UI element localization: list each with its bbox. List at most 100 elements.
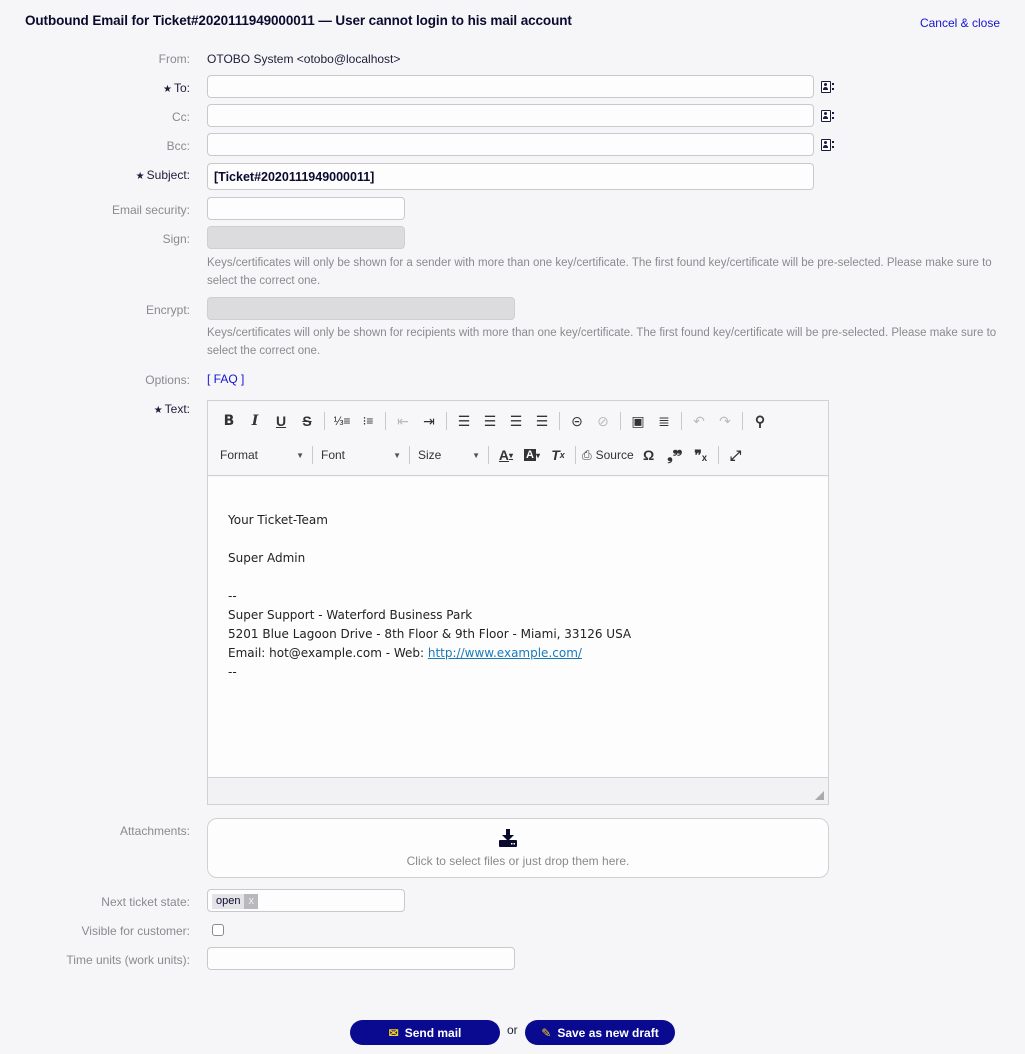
- align-left-icon[interactable]: ☰: [451, 410, 477, 432]
- body-separator: --: [228, 589, 237, 603]
- text-color-icon[interactable]: A ▾: [493, 444, 519, 466]
- attachment-dropzone[interactable]: Click to select files or just drop them …: [207, 818, 829, 878]
- address-book-icon[interactable]: [821, 139, 834, 151]
- link-icon[interactable]: ⊝: [564, 410, 590, 432]
- sign-select[interactable]: [207, 226, 405, 249]
- background-color-icon[interactable]: A ▾: [519, 444, 545, 466]
- body-email-text: Email: hot@example.com - Web:: [228, 646, 428, 660]
- resize-handle[interactable]: [815, 791, 824, 800]
- increase-indent-icon[interactable]: ⇥: [416, 410, 442, 432]
- required-star-icon: ★: [163, 84, 172, 95]
- rich-text-editor: B I U S ⅓≡ ⁝≡ ⇤ ⇥ ☰ ☰ ☰ ☰ ⊝ ⊘ ▣ ≣ ↶ ↷ ⚲: [207, 400, 829, 805]
- options-label: Options:: [145, 373, 190, 387]
- bcc-input[interactable]: [207, 133, 814, 156]
- remove-tag-icon[interactable]: x: [244, 894, 258, 909]
- attachments-label: Attachments:: [119, 824, 190, 838]
- faq-link[interactable]: [ FAQ ]: [207, 372, 244, 386]
- subject-input[interactable]: [207, 163, 814, 190]
- encrypt-hint: Keys/certificates will only be shown for…: [207, 327, 997, 357]
- toolbar-separator: [620, 412, 621, 430]
- address-book-icon[interactable]: [821, 110, 834, 122]
- encrypt-select[interactable]: [207, 297, 515, 320]
- remove-format-icon[interactable]: Tx: [545, 444, 571, 466]
- special-char-icon[interactable]: Ω: [636, 444, 662, 466]
- body-web-link[interactable]: http://www.example.com/: [428, 646, 582, 660]
- save-draft-label: Save as new draft: [557, 1025, 659, 1040]
- required-star-icon: ★: [153, 405, 163, 416]
- time-units-label: Time units (work units):: [66, 953, 190, 967]
- unlink-icon[interactable]: ⊘: [590, 410, 616, 432]
- bcc-label: Bcc:: [166, 139, 190, 153]
- decrease-indent-icon[interactable]: ⇤: [390, 410, 416, 432]
- cc-input[interactable]: [207, 104, 814, 127]
- source-button[interactable]: ⎙ Source: [580, 444, 636, 466]
- toolbar-separator: [681, 412, 682, 430]
- subject-label: ★ Subject:: [136, 168, 190, 182]
- chevron-down-icon: ▼: [296, 450, 304, 460]
- from-label: From:: [158, 52, 190, 66]
- numbered-list-icon[interactable]: ⅓≡: [329, 410, 355, 432]
- or-text: or: [507, 1023, 518, 1037]
- toolbar-separator: [446, 412, 447, 430]
- blockquote-icon[interactable]: ❟❞: [662, 444, 688, 466]
- editor-toolbar: B I U S ⅓≡ ⁝≡ ⇤ ⇥ ☰ ☰ ☰ ☰ ⊝ ⊘ ▣ ≣ ↶ ↷ ⚲: [208, 401, 828, 476]
- toolbar-separator: [409, 446, 410, 464]
- format-dropdown[interactable]: Format ▼: [216, 444, 308, 466]
- toolbar-separator: [312, 446, 313, 464]
- format-label: Format: [220, 448, 259, 462]
- italic-icon[interactable]: I: [242, 410, 268, 432]
- to-input[interactable]: [207, 75, 814, 98]
- editor-statusbar: [208, 777, 828, 804]
- undo-icon[interactable]: ↶: [686, 410, 712, 432]
- toolbar-separator: [488, 446, 489, 464]
- upload-tray-icon: [499, 829, 517, 847]
- time-units-input[interactable]: [207, 947, 515, 970]
- state-tag-value: open: [212, 894, 245, 909]
- cancel-close-link[interactable]: Cancel & close: [920, 16, 1000, 30]
- toolbar-separator: [385, 412, 386, 430]
- source-label: Source: [595, 448, 634, 462]
- visible-customer-checkbox[interactable]: [212, 924, 224, 936]
- align-center-icon[interactable]: ☰: [477, 410, 503, 432]
- justify-icon[interactable]: ☰: [529, 410, 555, 432]
- dropzone-text: Click to select files or just drop them …: [406, 854, 630, 868]
- find-icon[interactable]: ⚲: [747, 410, 773, 432]
- toolbar-separator: [559, 412, 560, 430]
- email-security-select[interactable]: [207, 197, 405, 220]
- font-dropdown[interactable]: Font ▼: [317, 444, 405, 466]
- editor-content[interactable]: Your Ticket-Team Super Admin -- Super Su…: [208, 477, 828, 777]
- to-label: ★ To:: [163, 81, 190, 95]
- subject-label-text: Subject:: [146, 168, 190, 182]
- envelope-icon: ✉: [388, 1025, 399, 1040]
- chevron-down-icon: ▼: [472, 450, 480, 460]
- toolbar-separator: [717, 446, 719, 464]
- remove-blockquote-icon[interactable]: ❞ₓ: [688, 444, 714, 466]
- from-value: OTOBO System <otobo@localhost>: [207, 52, 401, 66]
- bulleted-list-icon[interactable]: ⁝≡: [355, 410, 381, 432]
- address-book-icon[interactable]: [821, 81, 834, 93]
- strikethrough-icon[interactable]: S: [294, 410, 320, 432]
- visible-customer-label: Visible for customer:: [81, 924, 191, 938]
- horizontal-line-icon[interactable]: ≣: [651, 410, 677, 432]
- align-right-icon[interactable]: ☰: [503, 410, 529, 432]
- required-star-icon: ★: [135, 171, 145, 182]
- send-mail-button[interactable]: ✉ Send mail: [350, 1020, 500, 1045]
- size-dropdown[interactable]: Size ▼: [414, 444, 484, 466]
- source-icon: ⎙: [582, 447, 592, 462]
- image-icon[interactable]: ▣: [625, 410, 651, 432]
- body-line: Email: hot@example.com - Web: http://www…: [228, 644, 808, 663]
- bold-icon[interactable]: B: [216, 410, 242, 432]
- edit-icon: ✎: [541, 1025, 552, 1040]
- font-label: Font: [321, 448, 346, 462]
- redo-icon[interactable]: ↷: [712, 410, 738, 432]
- size-label: Size: [418, 448, 442, 462]
- underline-icon[interactable]: U: [268, 410, 294, 432]
- toolbar-separator: [324, 412, 325, 430]
- save-draft-button[interactable]: ✎ Save as new draft: [525, 1020, 675, 1045]
- next-state-label: Next ticket state:: [101, 895, 190, 909]
- next-state-select[interactable]: open x: [207, 889, 405, 912]
- text-label-text: Text:: [164, 402, 190, 416]
- body-separator: --: [228, 665, 237, 679]
- maximize-icon[interactable]: ⤢: [723, 444, 749, 466]
- encrypt-label: Encrypt:: [145, 303, 190, 317]
